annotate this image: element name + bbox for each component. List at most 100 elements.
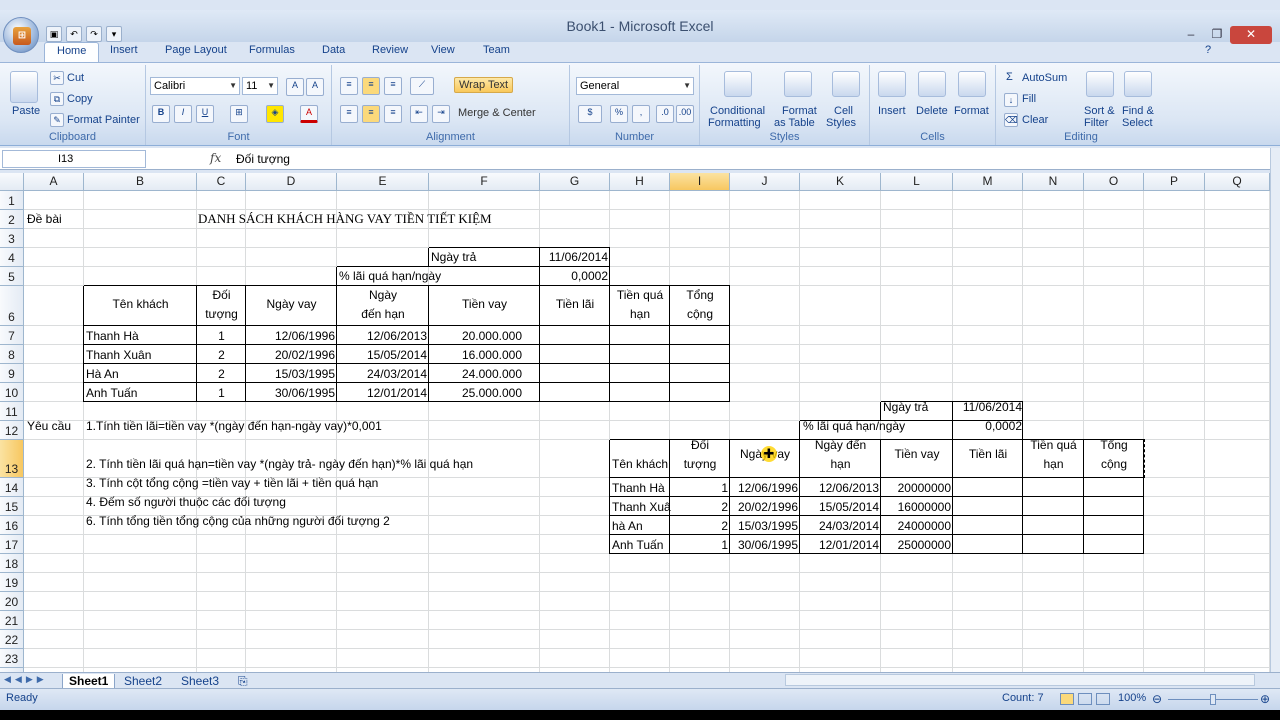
header-doi-tuong-1[interactable]: Đối [197,288,246,302]
fill-color-icon[interactable]: ◈ [266,105,284,123]
table2-name[interactable]: Anh Tuấn [612,538,663,552]
header-ngay-den-han-1[interactable]: Ngày [337,288,429,302]
italic-button[interactable]: I [174,105,192,123]
header-tien-qua-han-1[interactable]: Tiền quá [610,288,670,302]
paste-icon[interactable] [10,71,38,103]
table2-ngay-den-han[interactable]: 12/01/2014 [800,538,879,552]
row-header-19[interactable]: 19 [0,573,24,592]
table2-ngay-den-han[interactable]: 15/05/2014 [800,500,879,514]
currency-icon[interactable]: $ [578,105,602,123]
column-header-j[interactable]: J [730,173,800,191]
row-header-12[interactable]: 12 [0,421,24,440]
column-header-p[interactable]: P [1144,173,1205,191]
bold-button[interactable]: B [152,105,170,123]
table2-name[interactable]: hà An [612,519,643,533]
header-tien-vay[interactable]: Tiền vay [429,297,540,311]
row-header-23[interactable]: 23 [0,649,24,668]
percent-button[interactable]: % [610,105,628,123]
cell-e5[interactable]: % lãi quá hạn/ngày [339,269,441,283]
clear-button[interactable]: Clear [1022,114,1048,126]
column-header-e[interactable]: E [337,173,429,191]
row-header-21[interactable]: 21 [0,611,24,630]
font-name-combo[interactable]: Calibri ▼ [150,77,240,95]
redo-icon[interactable]: ↷ [86,26,102,42]
table1-doi-tuong[interactable]: 1 [197,329,246,343]
borders-icon[interactable]: ⊞ [230,105,248,123]
sheet-title[interactable]: DANH SÁCH KHÁCH HÀNG VAY TIỀN TIẾT KIỆM [198,212,492,226]
orientation-icon[interactable]: ⟋ [410,77,434,95]
row-header-8[interactable]: 8 [0,345,24,364]
table1-tien-vay[interactable]: 16.000.000 [429,348,522,362]
table1-ngay-den-han[interactable]: 12/01/2014 [337,386,427,400]
table2-tien-vay[interactable]: 16000000 [881,500,951,514]
font-size-combo[interactable]: 11 ▼ [242,77,278,95]
font-color-icon[interactable]: A [300,105,318,123]
undo-icon[interactable]: ↶ [66,26,82,42]
table1-ngay-vay[interactable]: 30/06/1995 [246,386,335,400]
customize-qat-icon[interactable]: ▾ [106,26,122,42]
tab-insert[interactable]: Insert [110,44,138,56]
page-break-view-icon[interactable] [1096,693,1110,705]
number-format-combo[interactable]: General ▼ [576,77,694,95]
merge-center-button[interactable]: Merge & Center [458,107,536,119]
row-header-20[interactable]: 20 [0,592,24,611]
align-top-icon[interactable]: ≡ [340,77,358,95]
tab-data[interactable]: Data [322,44,345,56]
row-header-22[interactable]: 22 [0,630,24,649]
comma-icon[interactable]: , [632,105,650,123]
header-tien-lai[interactable]: Tiền lãi [540,297,610,311]
delete-cells-button[interactable]: Delete [916,105,948,117]
table1-ngay-vay[interactable]: 20/02/1996 [246,348,335,362]
autosum-button[interactable]: AutoSum [1022,72,1067,84]
zoom-in-icon[interactable]: ⊕ [1260,692,1270,706]
row-header-17[interactable]: 17 [0,535,24,554]
formula-input[interactable]: Đối tượng [236,152,290,166]
header2-ten-khach[interactable]: Tên khách [612,457,668,471]
table2-doi-tuong[interactable]: 1 [670,481,728,495]
increase-indent-icon[interactable]: ⇥ [432,105,450,123]
table1-tien-vay[interactable]: 24.000.000 [429,367,522,381]
increase-decimal-icon[interactable]: .0 [656,105,674,123]
tab-formulas[interactable]: Formulas [249,44,295,56]
table1-ngay-vay[interactable]: 12/06/1996 [246,329,335,343]
office-button[interactable]: ⊞ [3,17,39,53]
table2-tien-vay[interactable]: 25000000 [881,538,951,552]
cell-b16[interactable]: 6. Tính tổng tiền tổng cộng của những ng… [86,514,390,528]
cell-a12[interactable]: Yêu cầu [27,419,71,433]
align-middle-icon[interactable]: ≡ [362,77,380,95]
row-header-4[interactable]: 4 [0,248,24,267]
column-header-f[interactable]: F [429,173,540,191]
cell-l11[interactable]: Ngày trả [883,400,928,414]
cell-m11[interactable]: 11/06/2014 [955,400,1022,414]
header-ten-khach[interactable]: Tên khách [84,297,197,311]
zoom-slider-thumb[interactable] [1210,694,1216,705]
row-header-10[interactable]: 10 [0,383,24,402]
column-header-a[interactable]: A [24,173,84,191]
cell-g5[interactable]: 0,0002 [541,269,608,283]
table1-doi-tuong[interactable]: 1 [197,386,246,400]
cell-g4[interactable]: 11/06/2014 [541,250,608,264]
save-icon[interactable]: ▣ [46,26,62,42]
cell-m12[interactable]: 0,0002 [955,419,1022,433]
column-header-n[interactable]: N [1023,173,1084,191]
table1-name[interactable]: Thanh Hà [86,329,139,343]
column-header-c[interactable]: C [197,173,246,191]
cut-button[interactable]: Cut [67,72,84,84]
grow-font-icon[interactable]: A [286,78,304,96]
column-header-g[interactable]: G [540,173,610,191]
decrease-indent-icon[interactable]: ⇤ [410,105,428,123]
table2-doi-tuong[interactable]: 2 [670,500,728,514]
column-header-k[interactable]: K [800,173,881,191]
table2-doi-tuong[interactable]: 1 [670,538,728,552]
cell-a2[interactable]: Đề bài [27,212,62,226]
cell-b14[interactable]: 3. Tính cột tổng cộng =tiền vay + tiền l… [86,476,378,490]
paste-button[interactable]: Paste [12,105,40,117]
table2-tien-vay[interactable]: 24000000 [881,519,951,533]
decrease-decimal-icon[interactable]: .00 [676,105,694,123]
table2-ngay-vay[interactable]: 20/02/1996 [730,500,798,514]
row-header-11[interactable]: 11 [0,402,24,421]
table1-name[interactable]: Anh Tuấn [86,386,137,400]
row-header-3[interactable]: 3 [0,229,24,248]
table1-ngay-den-han[interactable]: 24/03/2014 [337,367,427,381]
column-header-m[interactable]: M [953,173,1023,191]
